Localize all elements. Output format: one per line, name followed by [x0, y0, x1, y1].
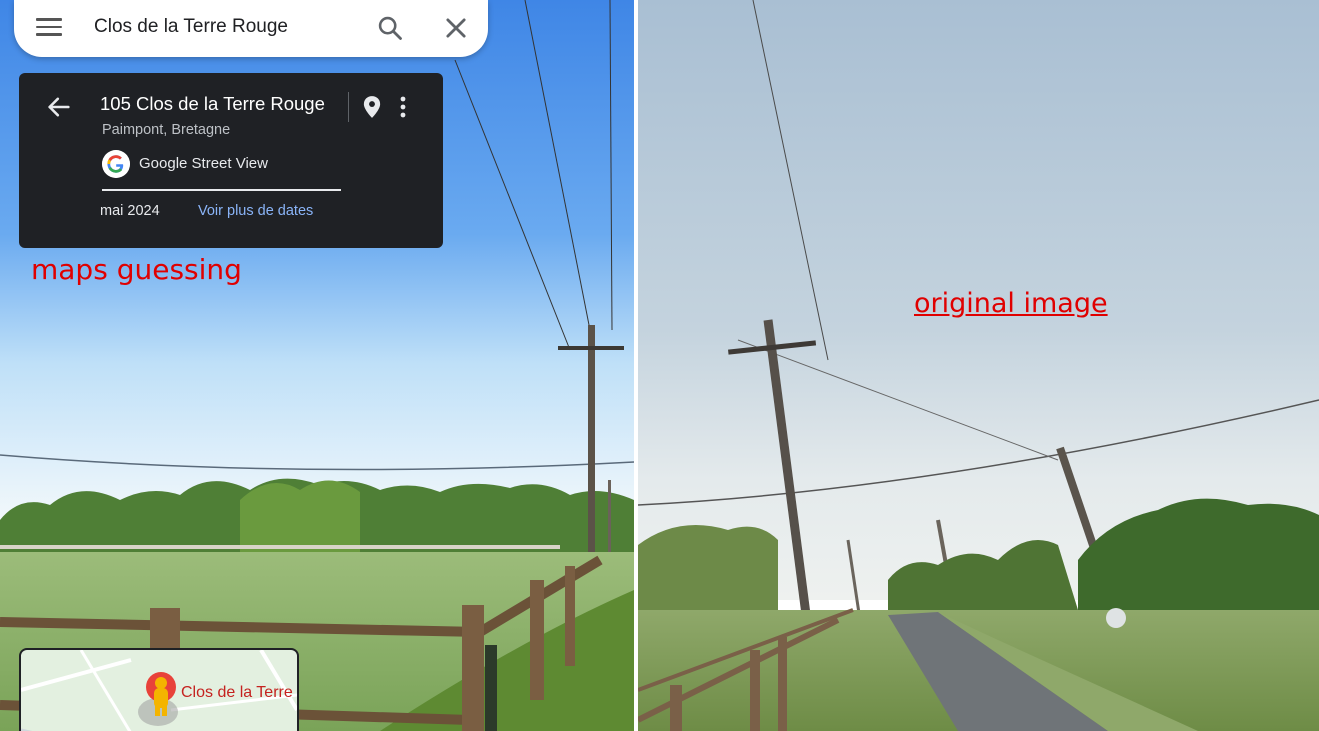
search-query[interactable]: Clos de la Terre Rouge: [94, 16, 288, 38]
more-vert-icon[interactable]: [393, 93, 413, 121]
google-logo-icon: [102, 150, 130, 178]
search-icon[interactable]: [376, 14, 404, 42]
caption-original-image: original image: [914, 288, 1108, 319]
mini-map[interactable]: Clos de la Terre Rouge: [19, 648, 299, 731]
hamburger-menu-icon[interactable]: [36, 18, 62, 38]
caption-maps-guessing: maps guessing: [31, 253, 242, 286]
original-image-panel: original image: [638, 0, 1319, 731]
address-title: 105 Clos de la Terre Rouge: [100, 93, 325, 114]
close-icon[interactable]: [442, 14, 470, 42]
source-label: Google Street View: [139, 155, 268, 172]
search-bar[interactable]: Clos de la Terre Rouge: [14, 0, 488, 57]
street-view-panel[interactable]: Clos de la Terre Rouge 105 Clos de la Te…: [0, 0, 634, 731]
see-more-dates-link[interactable]: Voir plus de dates: [198, 203, 313, 219]
locality-text: Paimpont, Bretagne: [102, 122, 231, 138]
arrow-back-icon[interactable]: [45, 93, 73, 121]
mini-map-label: Clos de la Terre Rouge: [181, 684, 297, 701]
divider: [348, 92, 349, 122]
original-photo: [638, 0, 1319, 731]
capture-date: mai 2024: [100, 203, 160, 219]
location-info-card: 105 Clos de la Terre Rouge Paimpont, Bre…: [19, 73, 443, 248]
date-timeline-bar: [102, 189, 341, 191]
map-pin-icon[interactable]: [359, 93, 385, 121]
